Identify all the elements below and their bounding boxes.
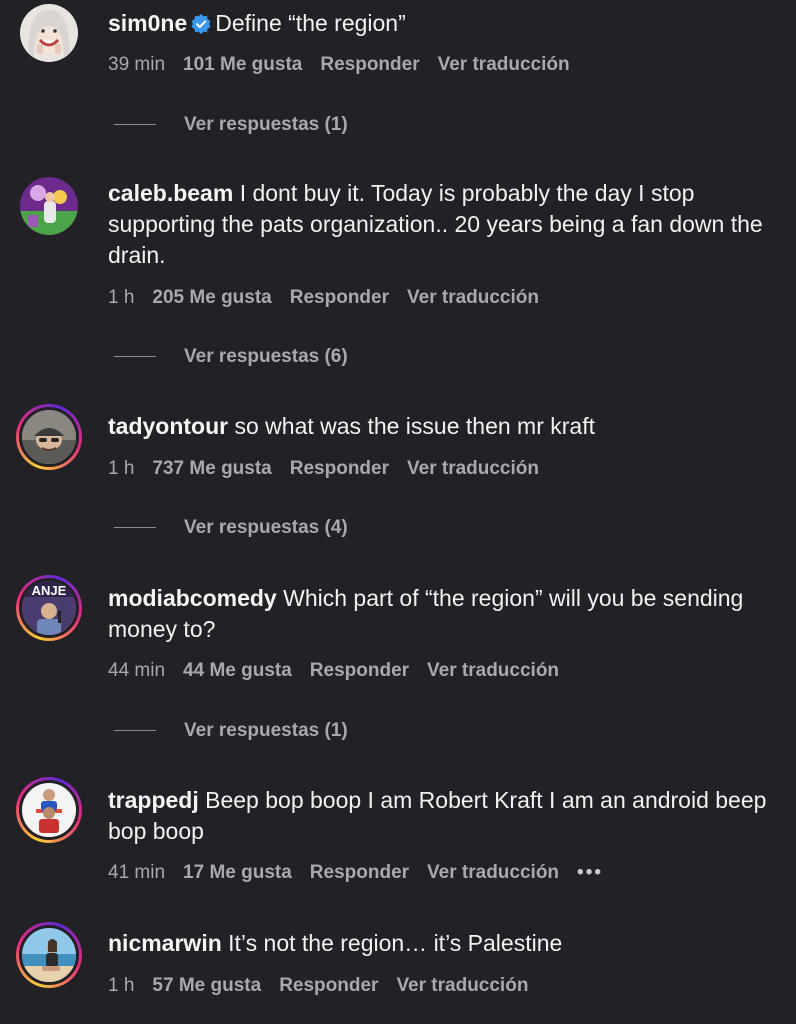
comment-username[interactable]: caleb.beam [108, 180, 233, 206]
comment-text: Beep bop boop I am Robert Kraft I am an … [108, 787, 767, 844]
comment-meta: 39 min 101 Me gusta Responder Ver traducció… [108, 54, 588, 76]
view-replies-label: Ver respuestas (1) [184, 720, 348, 741]
reply-button[interactable]: Responder [290, 287, 389, 308]
comment-username[interactable]: nicmarwin [108, 930, 222, 956]
comment-username[interactable]: modiabcomedy [108, 585, 277, 611]
comment-username[interactable]: sim0ne [108, 10, 187, 36]
view-replies-button[interactable]: Ver respuestas (1) [114, 114, 348, 136]
avatar[interactable] [16, 922, 82, 988]
view-replies-button[interactable]: Ver respuestas (6) [114, 346, 348, 368]
comment-username[interactable]: tadyontour [108, 413, 228, 439]
replies-divider [114, 730, 156, 732]
comment-meta: 1 h 205 Me gusta Responder Ver traducción [108, 287, 557, 309]
reply-button[interactable]: Responder [310, 862, 409, 883]
translate-button[interactable]: Ver traducción [407, 287, 539, 308]
man-cap-avatar-icon [22, 410, 76, 464]
comment-meta: 41 min 17 Me gusta Responder Ver traducción… [108, 862, 621, 884]
view-replies-label: Ver respuestas (4) [184, 517, 348, 538]
translate-button[interactable]: Ver traducción [438, 54, 570, 75]
replies-divider [114, 356, 156, 358]
woman-smiling-avatar-icon [20, 4, 78, 62]
replies-divider [114, 527, 156, 529]
woman-beach-avatar-icon [22, 928, 76, 982]
like-count[interactable]: 44 Me gusta [183, 660, 292, 681]
comment-time: 44 min [108, 660, 166, 681]
view-replies-label: Ver respuestas (1) [184, 114, 348, 135]
avatar-stage-text: ANJE [32, 583, 67, 598]
comment-text: It’s not the region… it’s Palestine [228, 930, 563, 956]
translate-button[interactable]: Ver traducción [407, 458, 539, 479]
comment-time: 39 min [108, 54, 166, 75]
translate-button[interactable]: Ver traducción [396, 975, 528, 996]
reply-button[interactable]: Responder [279, 975, 378, 996]
reply-button[interactable]: Responder [310, 660, 409, 681]
view-replies-label: Ver respuestas (6) [184, 346, 348, 367]
comment-time: 1 h [108, 975, 135, 996]
like-count[interactable]: 57 Me gusta [152, 975, 261, 996]
translate-button[interactable]: Ver traducción [427, 660, 559, 681]
avatar[interactable] [16, 404, 82, 470]
view-replies-button[interactable]: Ver respuestas (4) [114, 517, 348, 539]
comment-text: Define “the region” [215, 10, 406, 36]
purple-scene-avatar-icon [20, 177, 78, 235]
translate-button[interactable]: Ver traducción [427, 862, 559, 883]
avatar[interactable] [20, 177, 78, 235]
figure-on-shoulders-avatar-icon [22, 783, 76, 837]
comment-meta: 44 min 44 Me gusta Responder Ver traducción [108, 660, 577, 682]
like-count[interactable]: 101 Me gusta [183, 54, 302, 75]
avatar[interactable] [16, 777, 82, 843]
comedian-stage-avatar-icon: ANJE [22, 581, 76, 635]
comment-meta: 1 h 737 Me gusta Responder Ver traducción [108, 458, 557, 480]
replies-divider [114, 124, 156, 126]
verified-badge-icon [191, 14, 211, 34]
comment-time: 41 min [108, 862, 166, 883]
comment-text: so what was the issue then mr kraft [234, 413, 596, 439]
reply-button[interactable]: Responder [320, 54, 419, 75]
avatar[interactable]: ANJE [16, 575, 82, 641]
comment-time: 1 h [108, 287, 135, 308]
like-count[interactable]: 17 Me gusta [183, 862, 292, 883]
view-replies-button[interactable]: Ver respuestas (1) [114, 720, 348, 742]
comment-time: 1 h [108, 458, 135, 479]
more-options-icon[interactable]: ••• [577, 862, 603, 883]
reply-button[interactable]: Responder [290, 458, 389, 479]
comment-username[interactable]: trappedj [108, 787, 199, 813]
like-count[interactable]: 737 Me gusta [152, 458, 271, 479]
comment-meta: 1 h 57 Me gusta Responder Ver traducción [108, 975, 546, 997]
like-count[interactable]: 205 Me gusta [152, 287, 271, 308]
avatar[interactable] [20, 4, 78, 62]
